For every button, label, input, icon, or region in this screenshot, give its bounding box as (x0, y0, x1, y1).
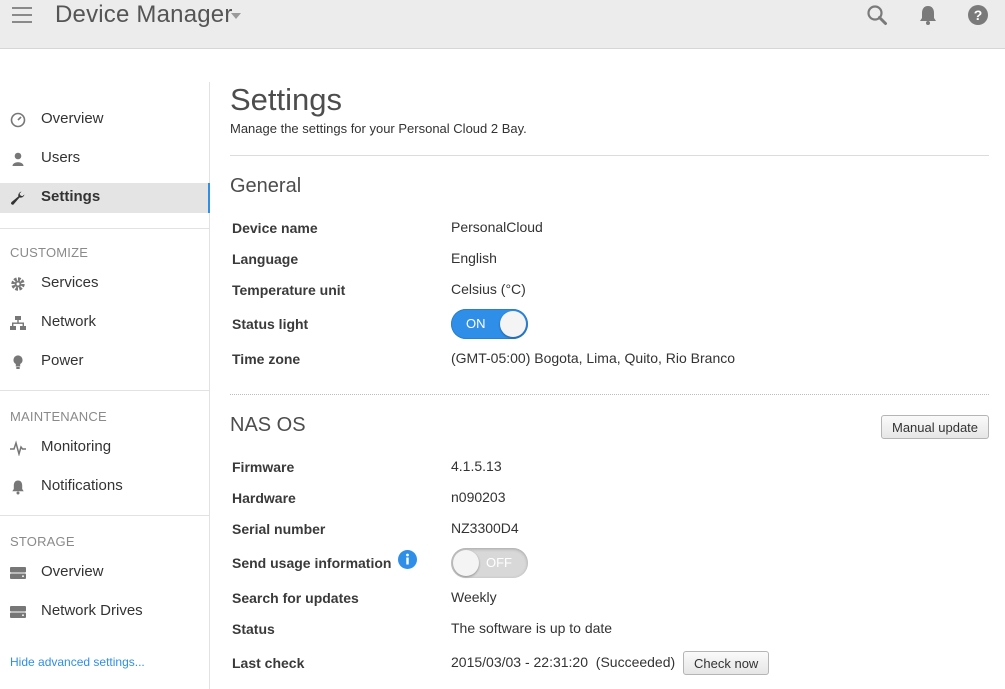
device-name-label: Device name (232, 220, 318, 236)
serial-number-value: NZ3300D4 (451, 520, 519, 536)
pulse-icon (10, 440, 26, 456)
info-icon[interactable] (398, 550, 417, 569)
divider (230, 155, 989, 156)
sidebar-item-storage-overview[interactable]: Overview (0, 558, 209, 588)
network-icon (10, 316, 26, 330)
check-now-button[interactable]: Check now (683, 651, 770, 675)
toggle-label: OFF (486, 555, 512, 570)
menu-icon[interactable] (12, 6, 34, 24)
sidebar-item-power[interactable]: Power (0, 347, 209, 377)
sidebar-item-label: Overview (41, 563, 104, 580)
sidebar-separator (0, 390, 209, 391)
sidebar-item-label: Notifications (41, 477, 123, 494)
sidebar-item-network[interactable]: Network (0, 308, 209, 338)
toggle-label: ON (466, 316, 486, 331)
sidebar-item-notifications[interactable]: Notifications (0, 472, 209, 502)
toggle-knob (453, 550, 479, 576)
sidebar-separator (0, 228, 209, 229)
toggle-knob (500, 311, 526, 337)
nas-os-section-title: NAS OS (230, 414, 306, 436)
language-value[interactable]: English (451, 250, 497, 266)
search-updates-value[interactable]: Weekly (451, 589, 497, 605)
hardware-label: Hardware (232, 490, 296, 506)
page-title: Settings (230, 82, 343, 117)
general-section-title: General (230, 175, 302, 197)
maintenance-heading: MAINTENANCE (10, 409, 107, 424)
bulb-icon (13, 355, 23, 369)
serial-number-label: Serial number (232, 521, 326, 537)
sidebar-item-label: Settings (41, 188, 101, 205)
firmware-value: 4.1.5.13 (451, 458, 502, 474)
sidebar-item-label: Overview (41, 110, 104, 127)
sidebar-item-label: Monitoring (41, 438, 112, 455)
app-title[interactable]: Device Manager (55, 1, 233, 29)
send-usage-toggle[interactable]: OFF (451, 548, 528, 578)
dashboard-icon (10, 112, 26, 128)
temperature-unit-label: Temperature unit (232, 282, 346, 298)
gear-icon (11, 277, 25, 291)
main-content: Settings Manage the settings for your Pe… (230, 0, 990, 689)
manual-update-button[interactable]: Manual update (881, 415, 990, 439)
time-zone-value[interactable]: (GMT-05:00) Bogota, Lima, Quito, Rio Bra… (451, 350, 735, 366)
firmware-label: Firmware (232, 459, 295, 475)
sidebar-item-label: Power (41, 352, 84, 369)
user-icon (12, 152, 24, 166)
sidebar-item-label: Network (41, 313, 97, 330)
wrench-icon (11, 191, 25, 205)
sidebar-item-network-drives[interactable]: Network Drives (0, 597, 209, 627)
send-usage-label: Send usage information (232, 555, 392, 571)
storage-heading: STORAGE (10, 534, 75, 549)
sidebar-item-users[interactable]: Users (0, 144, 209, 174)
hide-advanced-settings-link[interactable]: Hide advanced settings... (10, 655, 145, 669)
last-check-label: Last check (232, 655, 305, 671)
customize-heading: CUSTOMIZE (10, 245, 89, 260)
temperature-unit-value[interactable]: Celsius (°C) (451, 281, 526, 297)
time-zone-label: Time zone (232, 351, 301, 367)
sidebar-separator (0, 515, 209, 516)
search-updates-label: Search for updates (232, 590, 359, 606)
status-light-label: Status light (232, 316, 309, 332)
drive-icon (10, 567, 26, 579)
bell-icon (12, 480, 24, 495)
sidebar-item-overview[interactable]: Overview (0, 105, 209, 135)
sidebar-divider (209, 82, 210, 689)
divider (230, 394, 989, 395)
status-label: Status (232, 621, 275, 637)
sidebar-item-services[interactable]: Services (0, 269, 209, 299)
language-label: Language (232, 251, 299, 267)
status-light-toggle[interactable]: ON (451, 309, 528, 339)
sidebar-item-label: Network Drives (41, 602, 143, 619)
drive-icon (10, 606, 26, 618)
sidebar-item-monitoring[interactable]: Monitoring (0, 433, 209, 463)
sidebar-item-settings[interactable]: Settings (0, 183, 210, 213)
status-value: The software is up to date (451, 620, 613, 636)
last-check-value: 2015/03/03 - 22:31:20 (Succeeded) (451, 654, 676, 670)
hardware-value: n090203 (451, 489, 506, 505)
sidebar-item-label: Users (41, 149, 81, 166)
device-name-value[interactable]: PersonalCloud (451, 219, 543, 235)
sidebar-item-label: Services (41, 274, 99, 291)
page-subtitle: Manage the settings for your Personal Cl… (230, 121, 527, 136)
